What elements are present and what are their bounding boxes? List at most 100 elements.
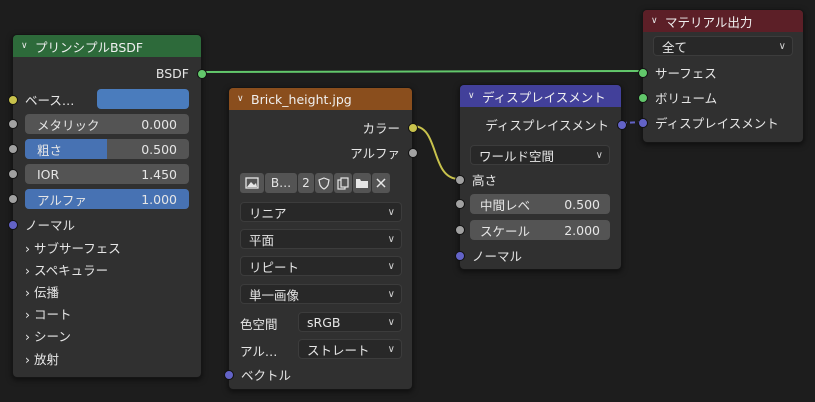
color-output-socket[interactable]	[408, 123, 418, 133]
collapse-chevron-icon[interactable]: ∨	[651, 16, 665, 26]
midlevel-value: 0.500	[564, 196, 600, 212]
projection-value: 平面	[249, 232, 275, 248]
base-color-label: ベース…	[25, 92, 75, 108]
principled-bsdf-title: プリンシプルBSDF	[35, 39, 144, 55]
ior-field[interactable]: IOR 1.450	[25, 164, 189, 184]
panel-chevron-icon: ›	[25, 351, 34, 367]
normal-row: ノーマル	[13, 213, 201, 235]
vector-input-label: ベクトル	[241, 367, 292, 383]
panel-chevron-icon: ›	[25, 240, 34, 256]
alpha-field[interactable]: アルファ 1.000	[25, 189, 189, 209]
panel-subsurface-label: サブサーフェス	[33, 240, 121, 256]
surface-input-socket[interactable]	[638, 68, 648, 78]
source-value: 単一画像	[249, 287, 300, 303]
midlevel-socket[interactable]	[455, 199, 465, 209]
ior-socket[interactable]	[8, 169, 18, 179]
image-name-text: B…	[270, 176, 292, 190]
chevron-down-icon: ∨	[387, 260, 395, 272]
output-displacement-label: ディスプレイスメント	[655, 115, 779, 131]
panel-sheen-label: シーン	[33, 328, 71, 344]
panel-transmission[interactable]: › 伝播	[13, 280, 201, 302]
panel-subsurface[interactable]: › サブサーフェス	[13, 236, 201, 258]
bsdf-output-socket[interactable]	[197, 69, 207, 79]
height-input-label: 高さ	[472, 172, 498, 188]
chevron-down-icon: ∨	[595, 149, 603, 161]
open-folder-icon[interactable]	[353, 173, 371, 193]
panel-chevron-icon: ›	[25, 328, 34, 344]
normal-socket[interactable]	[8, 220, 18, 230]
principled-bsdf-node[interactable]: ∨ プリンシプルBSDF BSDF ベース… メタリック 0.000 粗さ 0.…	[8, 34, 207, 378]
normal-label: ノーマル	[25, 217, 76, 233]
height-input-row: 高さ	[460, 168, 621, 190]
collapse-chevron-icon[interactable]: ∨	[468, 91, 482, 101]
image-name-field[interactable]: B…	[265, 173, 297, 193]
material-output-node[interactable]: ∨ マテリアル出力 全て ∨ サーフェス ボリューム ディスプレイスメント	[638, 9, 804, 143]
alpha-output-row: アルファ	[229, 141, 412, 163]
alpha-mode-dropdown[interactable]: ストレート ∨	[298, 339, 402, 359]
collapse-chevron-icon[interactable]: ∨	[21, 41, 35, 51]
panel-coat[interactable]: › コート	[13, 302, 201, 324]
colorspace-dropdown[interactable]: sRGB ∨	[298, 312, 402, 332]
base-color-swatch[interactable]	[97, 89, 189, 109]
alpha-label: アルファ	[37, 192, 87, 208]
scale-field[interactable]: スケール 2.000	[470, 220, 610, 240]
alpha-mode-value: ストレート	[307, 342, 370, 358]
fake-user-shield-icon[interactable]	[315, 173, 333, 193]
scale-value: 2.000	[564, 222, 600, 238]
metallic-socket[interactable]	[8, 119, 18, 129]
projection-dropdown[interactable]: 平面 ∨	[240, 229, 402, 249]
metallic-label: メタリック	[37, 117, 100, 133]
alpha-output-label: アルファ	[350, 145, 400, 161]
roughness-field[interactable]: 粗さ 0.500	[25, 139, 189, 159]
base-color-socket[interactable]	[8, 95, 18, 105]
colorspace-label: 色空間	[240, 316, 278, 332]
image-selector[interactable]: B… 2	[240, 172, 391, 194]
displacement-node[interactable]: ∨ ディスプレイスメント ディスプレイスメント ワールド空間 ∨ 高さ 中間レベ …	[455, 84, 627, 270]
colorspace-value: sRGB	[307, 314, 341, 330]
height-input-socket[interactable]	[455, 175, 465, 185]
alpha-value: 1.000	[141, 191, 177, 207]
displacement-output-socket[interactable]	[617, 120, 627, 130]
extension-value: リピート	[249, 259, 300, 275]
midlevel-field[interactable]: 中間レベ 0.500	[470, 194, 610, 214]
roughness-socket[interactable]	[8, 144, 18, 154]
colorspace-label-row: 色空間	[240, 312, 278, 334]
disp-normal-row: ノーマル	[460, 244, 621, 266]
principled-bsdf-header[interactable]: ∨ プリンシプルBSDF	[13, 35, 201, 57]
target-value: 全て	[662, 39, 688, 55]
target-dropdown[interactable]: 全て ∨	[653, 36, 793, 56]
disp-normal-socket[interactable]	[455, 251, 465, 261]
link-color-to-height	[412, 125, 460, 180]
image-texture-title: Brick_height.jpg	[251, 91, 352, 107]
extension-dropdown[interactable]: リピート ∨	[240, 256, 402, 276]
displacement-output-label: ディスプレイスメント	[485, 117, 609, 133]
alpha-output-socket[interactable]	[408, 148, 418, 158]
roughness-value: 0.500	[141, 141, 177, 157]
image-texture-node[interactable]: ∨ Brick_height.jpg カラー アルファ B… 2 リニア ∨ 平面…	[224, 87, 418, 390]
output-displacement-socket[interactable]	[638, 118, 648, 128]
source-dropdown[interactable]: 単一画像 ∨	[240, 284, 402, 304]
duplicate-image-icon[interactable]	[334, 173, 352, 193]
collapse-chevron-icon[interactable]: ∨	[237, 94, 251, 104]
vector-input-socket[interactable]	[224, 370, 234, 380]
image-users-count[interactable]: 2	[298, 173, 314, 193]
panel-chevron-icon: ›	[25, 262, 34, 278]
panel-sheen[interactable]: › シーン	[13, 324, 201, 346]
volume-input-socket[interactable]	[638, 93, 648, 103]
output-displacement-row: ディスプレイスメント	[643, 111, 803, 133]
space-value: ワールド空間	[479, 148, 555, 164]
interpolation-dropdown[interactable]: リニア ∨	[240, 202, 402, 222]
panel-emission[interactable]: › 放射	[13, 347, 201, 369]
image-texture-header[interactable]: ∨ Brick_height.jpg	[229, 88, 412, 110]
ior-value: 1.450	[141, 166, 177, 182]
scale-socket[interactable]	[455, 225, 465, 235]
metallic-field[interactable]: メタリック 0.000	[25, 114, 189, 134]
image-browse-icon[interactable]	[240, 173, 264, 193]
panel-specular[interactable]: › スペキュラー	[13, 258, 201, 280]
bsdf-output-label: BSDF	[155, 65, 189, 81]
material-output-header[interactable]: ∨ マテリアル出力	[643, 10, 803, 32]
displacement-header[interactable]: ∨ ディスプレイスメント	[460, 85, 621, 107]
unlink-close-icon[interactable]	[372, 173, 390, 193]
alpha-socket[interactable]	[8, 194, 18, 204]
space-dropdown[interactable]: ワールド空間 ∨	[470, 145, 610, 165]
